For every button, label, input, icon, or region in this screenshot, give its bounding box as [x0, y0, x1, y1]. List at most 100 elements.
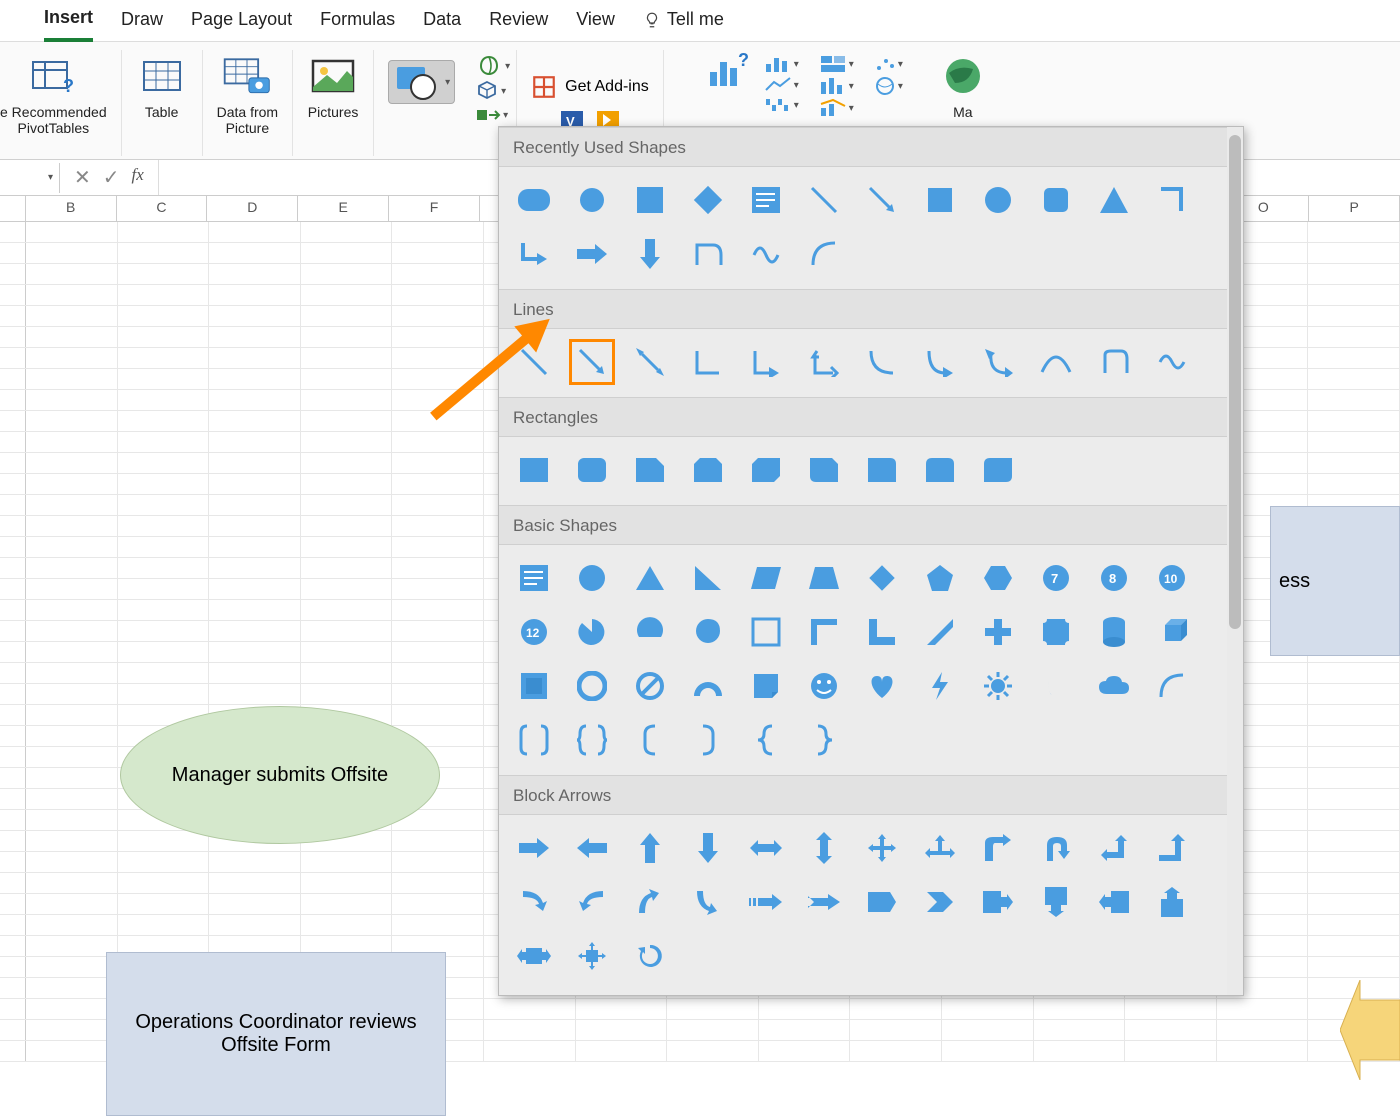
shape-diagonal-stripe[interactable] [921, 613, 959, 651]
shape-right-arrow-callout[interactable] [979, 883, 1017, 921]
shape-dodecagon[interactable]: 12 [515, 613, 553, 651]
scrollbar-thumb[interactable] [1229, 135, 1241, 629]
col-header[interactable]: B [26, 196, 117, 221]
fx-icon[interactable]: fx [132, 165, 144, 190]
shape-double-bracket[interactable] [515, 721, 553, 759]
shape-bent-up-arrow[interactable] [1153, 829, 1191, 867]
shape-curved-down-arrow[interactable] [689, 883, 727, 921]
shape-sun[interactable] [979, 667, 1017, 705]
shape-left-right-arrow-callout[interactable] [515, 937, 553, 975]
shape-arc[interactable] [805, 235, 843, 273]
shape-hexagon[interactable] [979, 559, 1017, 597]
tab-draw[interactable]: Draw [121, 9, 163, 40]
tab-formulas[interactable]: Formulas [320, 9, 395, 40]
shape-up-arrow-callout[interactable] [1153, 883, 1191, 921]
shape-quad-arrow[interactable] [863, 829, 901, 867]
shape-rounded-rectangle[interactable] [573, 451, 611, 489]
shape-rounded-rect[interactable] [515, 181, 553, 219]
shape-line-double-arrow[interactable] [631, 343, 669, 381]
shape-left-bracket[interactable] [631, 721, 669, 759]
shape-pentagon[interactable] [921, 559, 959, 597]
shape-left-right-up-arrow[interactable] [921, 829, 959, 867]
shape-block-up-arrow[interactable] [631, 829, 669, 867]
tab-data[interactable]: Data [423, 9, 461, 40]
shape-curved-left-arrow[interactable] [573, 883, 611, 921]
shape-curved-right-arrow[interactable] [515, 883, 553, 921]
3d-models-button[interactable]: ▾ [475, 80, 510, 102]
shape-triangle[interactable] [1095, 181, 1133, 219]
scrollbar[interactable] [1227, 127, 1243, 995]
shape-folded-corner[interactable] [747, 667, 785, 705]
shape-frame[interactable] [747, 613, 785, 651]
shape-block-arc[interactable] [689, 667, 727, 705]
shape-trapezoid[interactable] [805, 559, 843, 597]
shape-square[interactable] [921, 181, 959, 219]
shape-double-brace[interactable] [573, 721, 611, 759]
cancel-icon[interactable]: ✕ [74, 165, 91, 190]
shape-pie[interactable] [573, 613, 611, 651]
shape-octagon[interactable]: 8 [1095, 559, 1133, 597]
shape-up-down-arrow[interactable] [805, 829, 843, 867]
shape-elbow-arrow-connector[interactable] [747, 343, 785, 381]
shapes-gallery-dropdown[interactable]: Recently Used Shapes Lines [498, 126, 1244, 996]
shape-down-arrow-callout[interactable] [1037, 883, 1075, 921]
shape-snip-same-side[interactable] [689, 451, 727, 489]
shape-no-symbol[interactable] [631, 667, 669, 705]
shape-curved-up-arrow[interactable] [631, 883, 669, 921]
shape-arc-basic[interactable] [1153, 667, 1191, 705]
shape-block-right-arrow[interactable] [515, 829, 553, 867]
shape-rectangle[interactable] [515, 451, 553, 489]
flowchart-rect-shape[interactable]: Operations Coordinator reviews Offsite F… [106, 952, 446, 1116]
statistic-chart-button[interactable]: ▾ [819, 76, 854, 96]
shape-decagon[interactable]: 10 [1153, 559, 1191, 597]
tab-review[interactable]: Review [489, 9, 548, 40]
shape-chevron[interactable] [921, 883, 959, 921]
shape-oval[interactable] [573, 181, 611, 219]
shape-quad-arrow-callout[interactable] [573, 937, 611, 975]
shape-diamond[interactable] [689, 181, 727, 219]
pictures-button[interactable]: Pictures [293, 50, 374, 156]
shape-down-arrow[interactable] [631, 235, 669, 273]
shape-snip-round[interactable] [805, 451, 843, 489]
tell-me[interactable]: Tell me [643, 9, 724, 40]
shape-left-brace[interactable] [747, 721, 785, 759]
map-chart-button[interactable]: ▾ [874, 76, 903, 96]
shape-elbow-double-arrow[interactable] [805, 343, 843, 381]
data-from-picture-button[interactable]: Data fromPicture [203, 50, 293, 156]
shape-pentagon-arrow[interactable] [863, 883, 901, 921]
shape-bent-arrow[interactable] [979, 829, 1017, 867]
tab-view[interactable]: View [576, 9, 615, 40]
col-header[interactable]: D [207, 196, 298, 221]
shape-elbow-arrow[interactable] [515, 235, 553, 273]
shape-snip-single-corner[interactable] [631, 451, 669, 489]
scatter-chart-button[interactable]: ▾ [874, 54, 903, 74]
combo-chart-button[interactable]: ▾ [819, 98, 854, 118]
shape-uturn-arrow[interactable] [1037, 829, 1075, 867]
shape-left-right-arrow[interactable] [747, 829, 785, 867]
shape-plaque[interactable] [1037, 613, 1075, 651]
shape-left-arrow-callout[interactable] [1095, 883, 1133, 921]
shape-isoceles-triangle[interactable] [631, 559, 669, 597]
shape-curve[interactable] [1037, 343, 1075, 381]
table-button[interactable]: Table [122, 50, 203, 156]
shapes-button[interactable]: ▾ [374, 50, 469, 156]
shape-block-down-arrow[interactable] [689, 829, 727, 867]
shape-parallelogram[interactable] [747, 559, 785, 597]
shape-line[interactable] [805, 181, 843, 219]
shape-cloud[interactable] [1095, 667, 1133, 705]
recommended-charts-button[interactable]: ? [704, 50, 750, 122]
shape-teardrop[interactable] [689, 613, 727, 651]
shape-curved-connector[interactable] [863, 343, 901, 381]
shape-scribble-line[interactable] [1153, 343, 1191, 381]
shape-smiley[interactable] [805, 667, 843, 705]
hierarchy-chart-button[interactable]: ▾ [819, 54, 854, 74]
shape-freeform-closed[interactable] [1095, 343, 1133, 381]
shape-lightning[interactable] [921, 667, 959, 705]
shape-circle[interactable] [979, 181, 1017, 219]
smartart-button[interactable]: ▾ [475, 104, 510, 126]
shape-moon[interactable] [1037, 667, 1075, 705]
icons-button[interactable]: ▾ [475, 54, 510, 78]
shape-striped-right-arrow[interactable] [747, 883, 785, 921]
flowchart-partial-shape[interactable]: ess [1270, 506, 1400, 656]
get-addins-button[interactable]: Get Add-ins [531, 74, 649, 100]
